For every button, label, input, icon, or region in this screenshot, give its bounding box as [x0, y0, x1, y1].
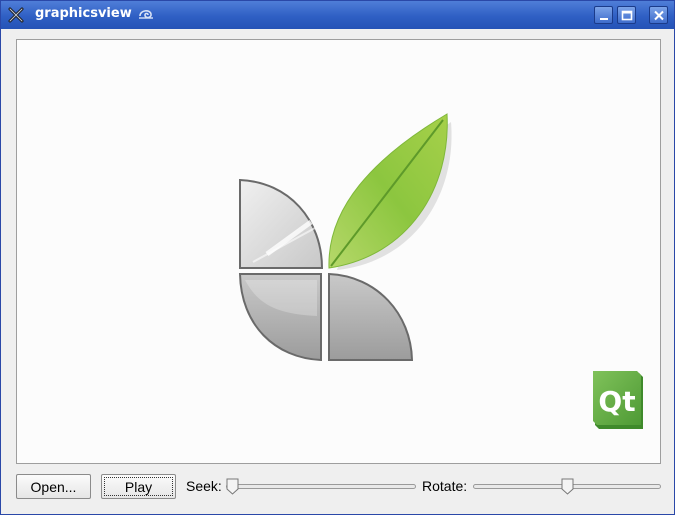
maximize-icon	[621, 10, 633, 21]
logo-piece-bottom-right	[328, 272, 414, 361]
logo-leaf	[328, 113, 452, 270]
title-bar[interactable]: graphicsview	[1, 1, 674, 29]
rotate-label: Rotate:	[422, 478, 468, 494]
x-app-icon[interactable]	[7, 6, 25, 24]
qt-logo: Qt	[593, 371, 643, 429]
close-icon	[654, 10, 664, 21]
window-title: graphicsview	[35, 6, 132, 21]
seek-slider-handle[interactable]	[226, 478, 239, 495]
seek-slider-track[interactable]	[226, 484, 416, 489]
logo-piece-top-left	[239, 178, 324, 269]
rotate-slider-handle[interactable]	[561, 478, 574, 495]
swirl-icon	[139, 10, 153, 19]
minimize-button[interactable]	[594, 6, 613, 24]
play-button[interactable]: Play	[101, 474, 176, 499]
open-button[interactable]: Open...	[16, 474, 91, 499]
graphics-scene: Qt	[238, 113, 643, 429]
logo-piece-bottom-left	[238, 273, 322, 362]
graphics-view[interactable]: Qt	[16, 39, 661, 464]
seek-label: Seek:	[186, 478, 222, 494]
maximize-button[interactable]	[617, 6, 636, 24]
minimize-icon	[600, 18, 608, 20]
close-button[interactable]	[649, 6, 668, 24]
qt-logo-text: Qt	[598, 385, 635, 418]
app-window: graphicsview Qt Open... Play Seek: Rotat…	[0, 0, 675, 515]
